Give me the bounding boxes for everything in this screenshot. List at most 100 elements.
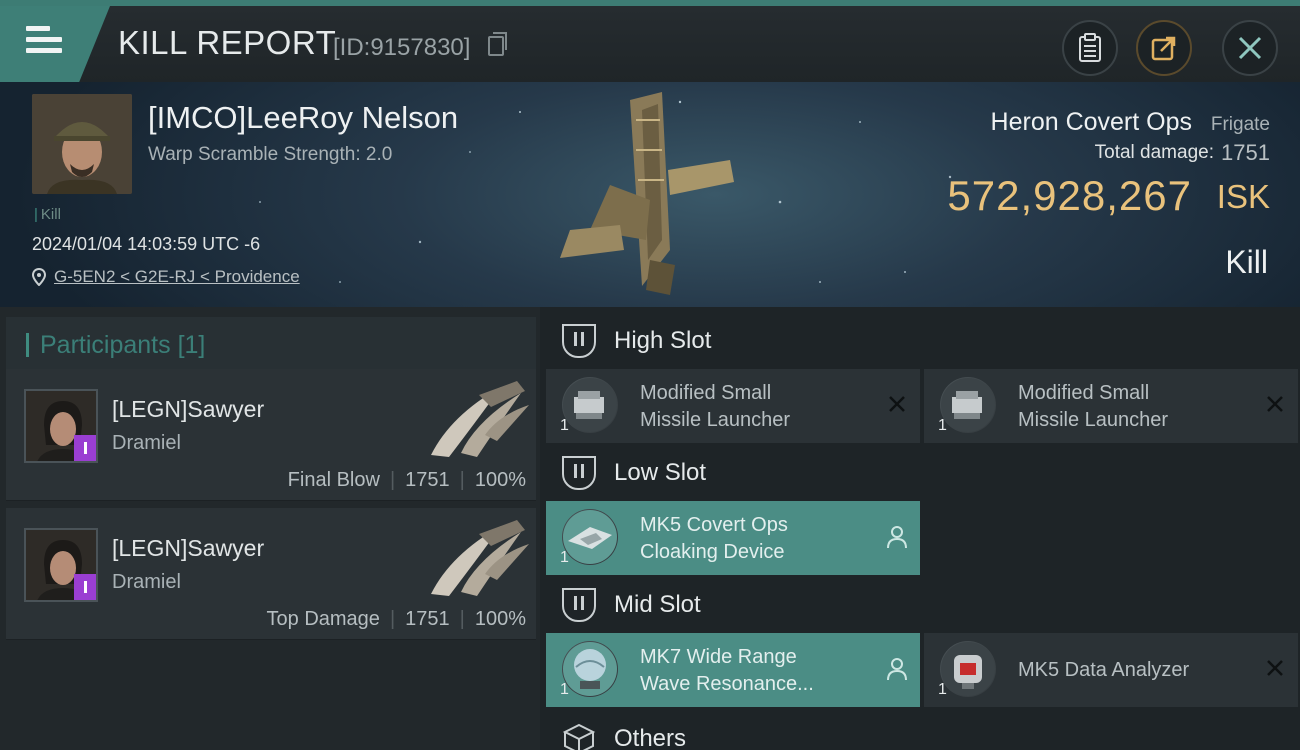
page-title: KILL REPORT (118, 24, 337, 61)
module-name-line1: Modified Small (640, 382, 772, 404)
mid-slot-icon (562, 588, 596, 622)
module-name: Modified Small Missile Launcher (1018, 380, 1258, 434)
participant-percent: 100% (474, 469, 526, 491)
isk-value: 572,928,267 (947, 172, 1192, 219)
participants-title: Participants [1] (40, 331, 205, 360)
stats-separator: | (459, 608, 465, 630)
location-pin-icon (32, 268, 46, 286)
victim-ship-class: Frigate (1210, 114, 1270, 135)
participant-damage: 1751 (405, 608, 450, 630)
victim-ship-image (560, 92, 734, 295)
others-label: Others (614, 725, 687, 750)
participants-title-accent (26, 333, 29, 357)
kill-tag: Kill (34, 206, 61, 223)
close-icon (1238, 36, 1262, 60)
location-row: G-5EN2 < G2E-RJ < Providence (32, 267, 300, 287)
stats-separator: | (389, 469, 396, 491)
module-name-line1: Modified Small (1018, 382, 1150, 404)
module-name-line1: MK5 Covert Ops (640, 514, 788, 536)
participant-role: Final Blow (287, 469, 380, 491)
victim-name[interactable]: [IMCO]LeeRoy Nelson (148, 100, 458, 136)
participant-ship-image (431, 520, 529, 596)
participant-stats: Final Blow | 1751 | 100% (288, 469, 526, 492)
dropped-person-icon (887, 526, 907, 549)
total-damage-value: 1751 (1221, 140, 1270, 165)
cube-icon (562, 723, 596, 750)
kill-result: Kill (1225, 244, 1268, 280)
participant-name[interactable]: [LEGN]Sawyer (112, 396, 264, 423)
low-slot-label: Low Slot (614, 459, 707, 486)
close-button[interactable] (1222, 20, 1278, 76)
module-card[interactable]: 1 MK5 Covert Ops Cloaking Device (546, 501, 920, 575)
copy-icon[interactable] (488, 32, 507, 56)
total-damage-label: Total damage: (1094, 142, 1214, 163)
module-name: MK7 Wide Range Wave Resonance... (640, 644, 880, 698)
mid-slot-label: Mid Slot (614, 591, 701, 618)
clipboard-icon (1079, 33, 1101, 62)
participant-name[interactable]: [LEGN]Sawyer (112, 535, 264, 562)
low-slot-header: Low Slot (546, 443, 1300, 503)
module-card[interactable]: 1 MK5 Data Analyzer (924, 633, 1298, 707)
clipboard-button[interactable] (1062, 20, 1118, 76)
participants-count: [1] (177, 331, 206, 359)
destroyed-x-icon (889, 396, 905, 412)
participant-stats: Top Damage | 1751 | 100% (267, 608, 526, 631)
participant-badge-icon (74, 574, 96, 600)
low-slot-icon (562, 456, 596, 490)
mid-slot-header: Mid Slot (546, 575, 1300, 635)
high-slot-header: High Slot (546, 311, 1300, 371)
participant-row[interactable]: [LEGN]Sawyer Dramiel Final Blow | 1751 |… (6, 369, 536, 501)
report-id: [ID:9157830] (333, 34, 471, 61)
module-quantity: 1 (560, 681, 569, 698)
participant-percent: 100% (474, 608, 526, 630)
participants-title-label: Participants (40, 331, 171, 359)
participant-badge-icon (74, 435, 96, 461)
module-name: MK5 Covert Ops Cloaking Device (640, 512, 880, 566)
kill-datetime: 2024/01/04 14:03:59 UTC -6 (32, 234, 261, 254)
participant-damage: 1751 (405, 469, 450, 491)
stats-separator: | (389, 608, 396, 630)
module-quantity: 1 (560, 417, 569, 434)
participant-ship: Dramiel (112, 432, 181, 454)
warp-scramble-strength: Warp Scramble Strength: 2.0 (148, 144, 393, 165)
module-card[interactable]: 1 MK7 Wide Range Wave Resonance... (546, 633, 920, 707)
others-header: Others (546, 709, 1300, 750)
missile-launcher-icon (940, 377, 996, 433)
participant-ship: Dramiel (112, 571, 181, 593)
isk-unit: ISK (1216, 178, 1270, 215)
hamburger-menu-icon[interactable] (26, 26, 62, 56)
module-quantity: 1 (938, 681, 947, 698)
high-slot-label: High Slot (614, 327, 712, 354)
high-slot-icon (562, 324, 596, 358)
data-analyzer-icon (940, 641, 996, 697)
share-button[interactable] (1136, 20, 1192, 76)
destroyed-x-icon (1267, 396, 1283, 412)
missile-launcher-icon (562, 377, 618, 433)
participant-role: Top Damage (266, 608, 380, 630)
module-quantity: 1 (560, 549, 569, 566)
top-bar: KILL REPORT [ID:9157830] (0, 0, 1300, 82)
participant-ship-image (431, 381, 529, 457)
module-name: Modified Small Missile Launcher (640, 380, 880, 434)
module-name-line1: MK5 Data Analyzer (1018, 659, 1190, 681)
module-name-line1: MK7 Wide Range (640, 646, 797, 668)
victim-ship-name[interactable]: Heron Covert Ops (991, 108, 1192, 137)
location-link[interactable]: G-5EN2 < G2E-RJ < Providence (54, 267, 300, 287)
participants-header: Participants [1] (6, 317, 536, 371)
module-name-line2: Cloaking Device (640, 541, 785, 563)
module-name: MK5 Data Analyzer (1018, 657, 1258, 684)
participants-panel: Participants [1] [LEGN]Sawyer Dramiel Fi… (0, 307, 540, 750)
victim-portrait (32, 94, 132, 194)
module-name-line2: Missile Launcher (1018, 409, 1169, 431)
share-icon (1151, 36, 1176, 61)
module-name-line2: Missile Launcher (640, 409, 791, 431)
victim-avatar[interactable] (32, 94, 132, 194)
module-card[interactable]: 1 Modified Small Missile Launcher (546, 369, 920, 443)
fitting-panel: High Slot 1 Modified Small Missile Launc… (540, 307, 1300, 750)
module-card[interactable]: 1 Modified Small Missile Launcher (924, 369, 1298, 443)
wave-resonance-icon (562, 641, 618, 697)
destroyed-x-icon (1267, 660, 1283, 676)
kill-summary-banner: [IMCO]LeeRoy Nelson Warp Scramble Streng… (0, 82, 1300, 307)
participant-row[interactable]: [LEGN]Sawyer Dramiel Top Damage | 1751 |… (6, 508, 536, 640)
module-quantity: 1 (938, 417, 947, 434)
